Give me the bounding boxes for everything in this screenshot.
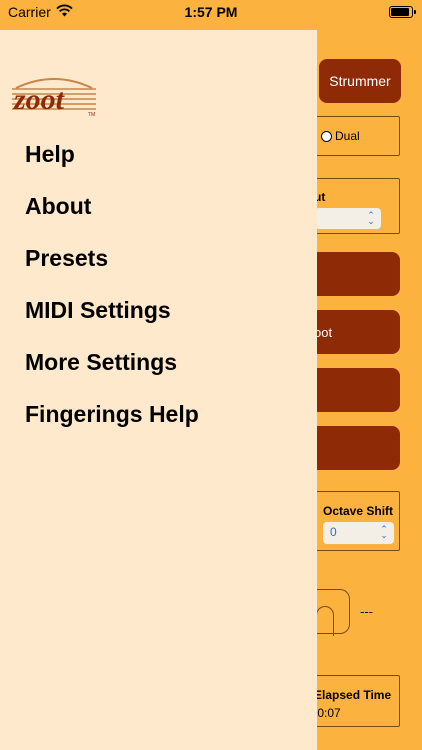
side-drawer: zoot TM Help About Presets MIDI Settings… [0,30,317,750]
drawer-menu: Help About Presets MIDI Settings More Se… [25,138,199,450]
battery-icon [389,6,416,18]
dual-label: Dual [335,129,360,143]
dash-text: --- [360,604,373,619]
menu-item-about[interactable]: About [25,190,199,242]
octave-shift-value: 0 [330,525,337,539]
svg-text:zoot: zoot [13,83,66,116]
svg-text:TM: TM [88,112,95,118]
radio-icon [321,130,332,142]
menu-item-more-settings[interactable]: More Settings [25,346,199,398]
menu-item-midi-settings[interactable]: MIDI Settings [25,294,199,346]
octave-shift-label: Octave Shift [323,504,394,518]
octave-shift-select[interactable]: 0 ⌃ ⌄ [323,522,394,544]
elapsed-time-label: Elapsed Time [314,688,392,702]
status-time: 1:57 PM [184,4,238,20]
chevron-updown-icon: ⌃ ⌄ [380,524,388,540]
dual-radio[interactable]: Dual [321,129,360,143]
strummer-button[interactable]: Strummer [319,59,401,103]
menu-item-help[interactable]: Help [25,138,199,190]
output-select[interactable]: ⌃ ⌄ [315,208,381,229]
elapsed-time-value: :0:07 [314,706,341,720]
menu-item-presets[interactable]: Presets [25,242,199,294]
waveform-inner [316,606,334,636]
zoot-logo: zoot TM [10,72,98,118]
chevron-updown-icon: ⌃ ⌄ [367,210,375,226]
status-bar: Carrier 1:57 PM [0,0,422,26]
menu-item-fingerings-help[interactable]: Fingerings Help [25,398,199,450]
